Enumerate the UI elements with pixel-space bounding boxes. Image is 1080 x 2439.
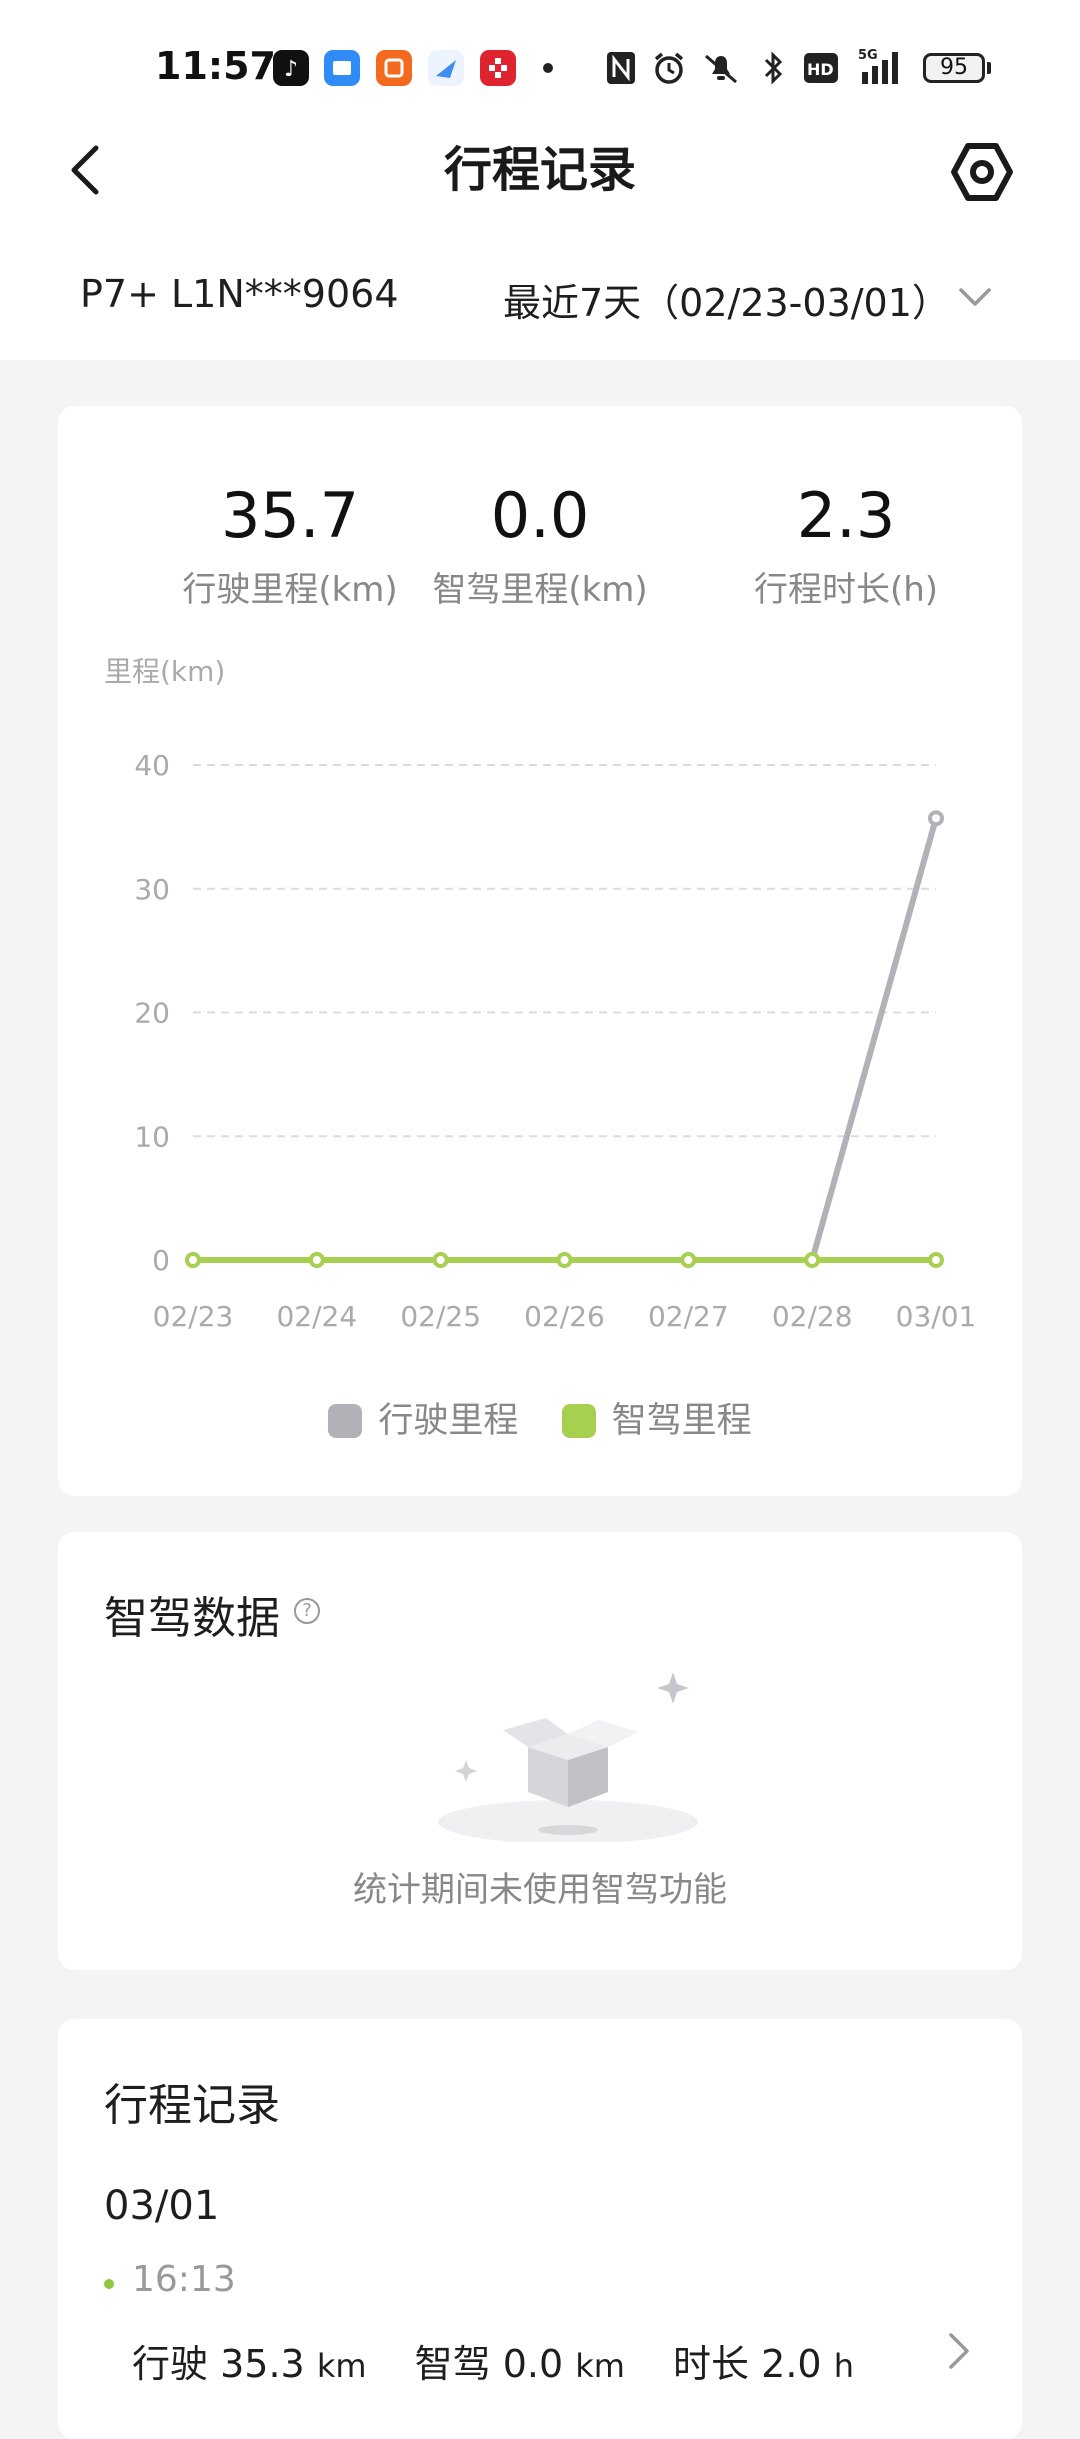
duration-value: 2.0 [761, 2342, 822, 2386]
y-tick-label: 40 [134, 749, 170, 782]
smart-label: 智驾 [414, 2342, 491, 2386]
x-tick-label: 02/28 [772, 1300, 853, 1333]
svg-text:HD: HD [807, 60, 834, 79]
series-line-drive [193, 817, 939, 1263]
x-tick-label: 02/25 [400, 1300, 481, 1333]
drive-unit: km [316, 2347, 367, 2385]
browser-app-icon [428, 50, 464, 86]
empty-state-text: 统计期间未使用智驾功能 [353, 1870, 727, 1910]
chart-legend: 行驶里程 智驾里程 [58, 1392, 1022, 1443]
stat-label: 智驾里程(km) [432, 570, 648, 610]
x-tick-label: 02/24 [276, 1300, 357, 1333]
status-bar: 11:57 ♪ HD 5G 95 [0, 0, 1080, 120]
trip-time: 16:13 [132, 2259, 236, 2300]
y-tick-label: 30 [134, 873, 170, 906]
5g-signal-icon: 5G [858, 48, 898, 84]
mileage-chart: 里程(km) 0 10 20 30 40 02/23 02/24 02/25 02/26 02/27… [104, 655, 977, 1333]
stat-value: 0.0 [490, 479, 590, 552]
stat-trip-duration: 2.3 行程时长(h) [686, 476, 1006, 611]
legend-swatch [561, 1404, 596, 1438]
stat-smart-distance: 0.0 智驾里程(km) [380, 476, 700, 611]
legend-label: 行驶里程 [378, 1401, 519, 1441]
legend-label: 智驾里程 [611, 1401, 752, 1441]
chevron-right-icon[interactable] [943, 2329, 973, 2373]
status-time: 11:57 [155, 44, 276, 88]
vehicle-selector[interactable]: P7+ L1N***9064 [80, 272, 399, 316]
date-range-selector[interactable]: 最近7天（02/23-03/01） [503, 272, 950, 327]
smart-unit: km [575, 2347, 625, 2385]
trip-stats-row[interactable]: 行驶 35.3 km 智驾 0.0 km 时长 2.0 h [132, 2333, 854, 2388]
duration-label: 时长 [673, 2342, 750, 2386]
hd-icon: HD [804, 53, 838, 83]
svg-text:♪: ♪ [284, 57, 298, 82]
data-point-smart [556, 1252, 573, 1268]
legend-item-drive[interactable]: 行驶里程 [328, 1392, 518, 1443]
legend-item-smart[interactable]: 智驾里程 [561, 1392, 752, 1443]
stat-label: 行程时长(h) [753, 570, 939, 610]
smart-value: 0.0 [502, 2342, 564, 2386]
files-app-icon [324, 50, 360, 86]
red-app-icon [480, 50, 516, 86]
empty-box-illustration [438, 1672, 698, 1842]
douyin-app-icon: ♪ [273, 50, 309, 86]
legend-swatch [328, 1404, 363, 1438]
y-tick-label: 20 [134, 997, 170, 1030]
battery-tip [987, 62, 991, 74]
settings-button[interactable] [950, 140, 1014, 204]
trip-records-card: 行程记录 03/01 16:13 行驶 35.3 km 智驾 0.0 km 时长… [58, 2019, 1022, 2439]
data-point-smart [804, 1252, 821, 1268]
y-tick-label: 10 [134, 1120, 170, 1153]
x-tick-label: 02/26 [524, 1300, 605, 1333]
data-point-smart [928, 1252, 944, 1268]
trip-records-title: 行程记录 [104, 2080, 280, 2131]
x-tick-label: 02/27 [648, 1300, 729, 1333]
stat-value: 2.3 [796, 479, 896, 552]
x-tick-label: 03/01 [896, 1300, 977, 1333]
summary-card: 35.7 行驶里程(km) 0.0 智驾里程(km) 2.3 行程时长(h) 里… [58, 406, 1022, 1496]
data-point-smart [680, 1252, 697, 1268]
timeline-dot [104, 2279, 114, 2289]
duration-unit: h [833, 2347, 854, 2385]
bluetooth-icon [764, 51, 783, 85]
chevron-down-icon[interactable] [955, 282, 995, 312]
drive-value: 35.3 [220, 2342, 305, 2386]
notification-dot [543, 63, 553, 73]
page-title: 行程记录 [443, 142, 636, 198]
nfc-icon [607, 52, 635, 84]
alarm-icon [654, 52, 684, 84]
data-point-smart [432, 1252, 449, 1268]
drive-label: 行驶 [132, 2342, 209, 2386]
data-point-smart [308, 1252, 325, 1268]
hexagon-settings-icon [951, 143, 1013, 201]
smart-driving-card: 智驾数据 ? 统计期间未使用智驾功能 [58, 1532, 1022, 1970]
video-app-icon [376, 50, 412, 86]
smart-driving-title: 智驾数据 [104, 1593, 280, 1644]
svg-text:5G: 5G [858, 48, 878, 63]
mute-icon [705, 54, 737, 84]
y-axis-label: 里程(km) [104, 655, 225, 688]
data-point-smart [185, 1252, 201, 1268]
data-point-drive [928, 810, 944, 827]
question-circle-icon[interactable]: ? [294, 1598, 320, 1624]
battery-indicator: 95 [923, 53, 985, 83]
trip-date: 03/01 [104, 2183, 220, 2229]
y-tick-label: 0 [152, 1244, 170, 1277]
x-tick-label: 02/23 [153, 1300, 234, 1333]
